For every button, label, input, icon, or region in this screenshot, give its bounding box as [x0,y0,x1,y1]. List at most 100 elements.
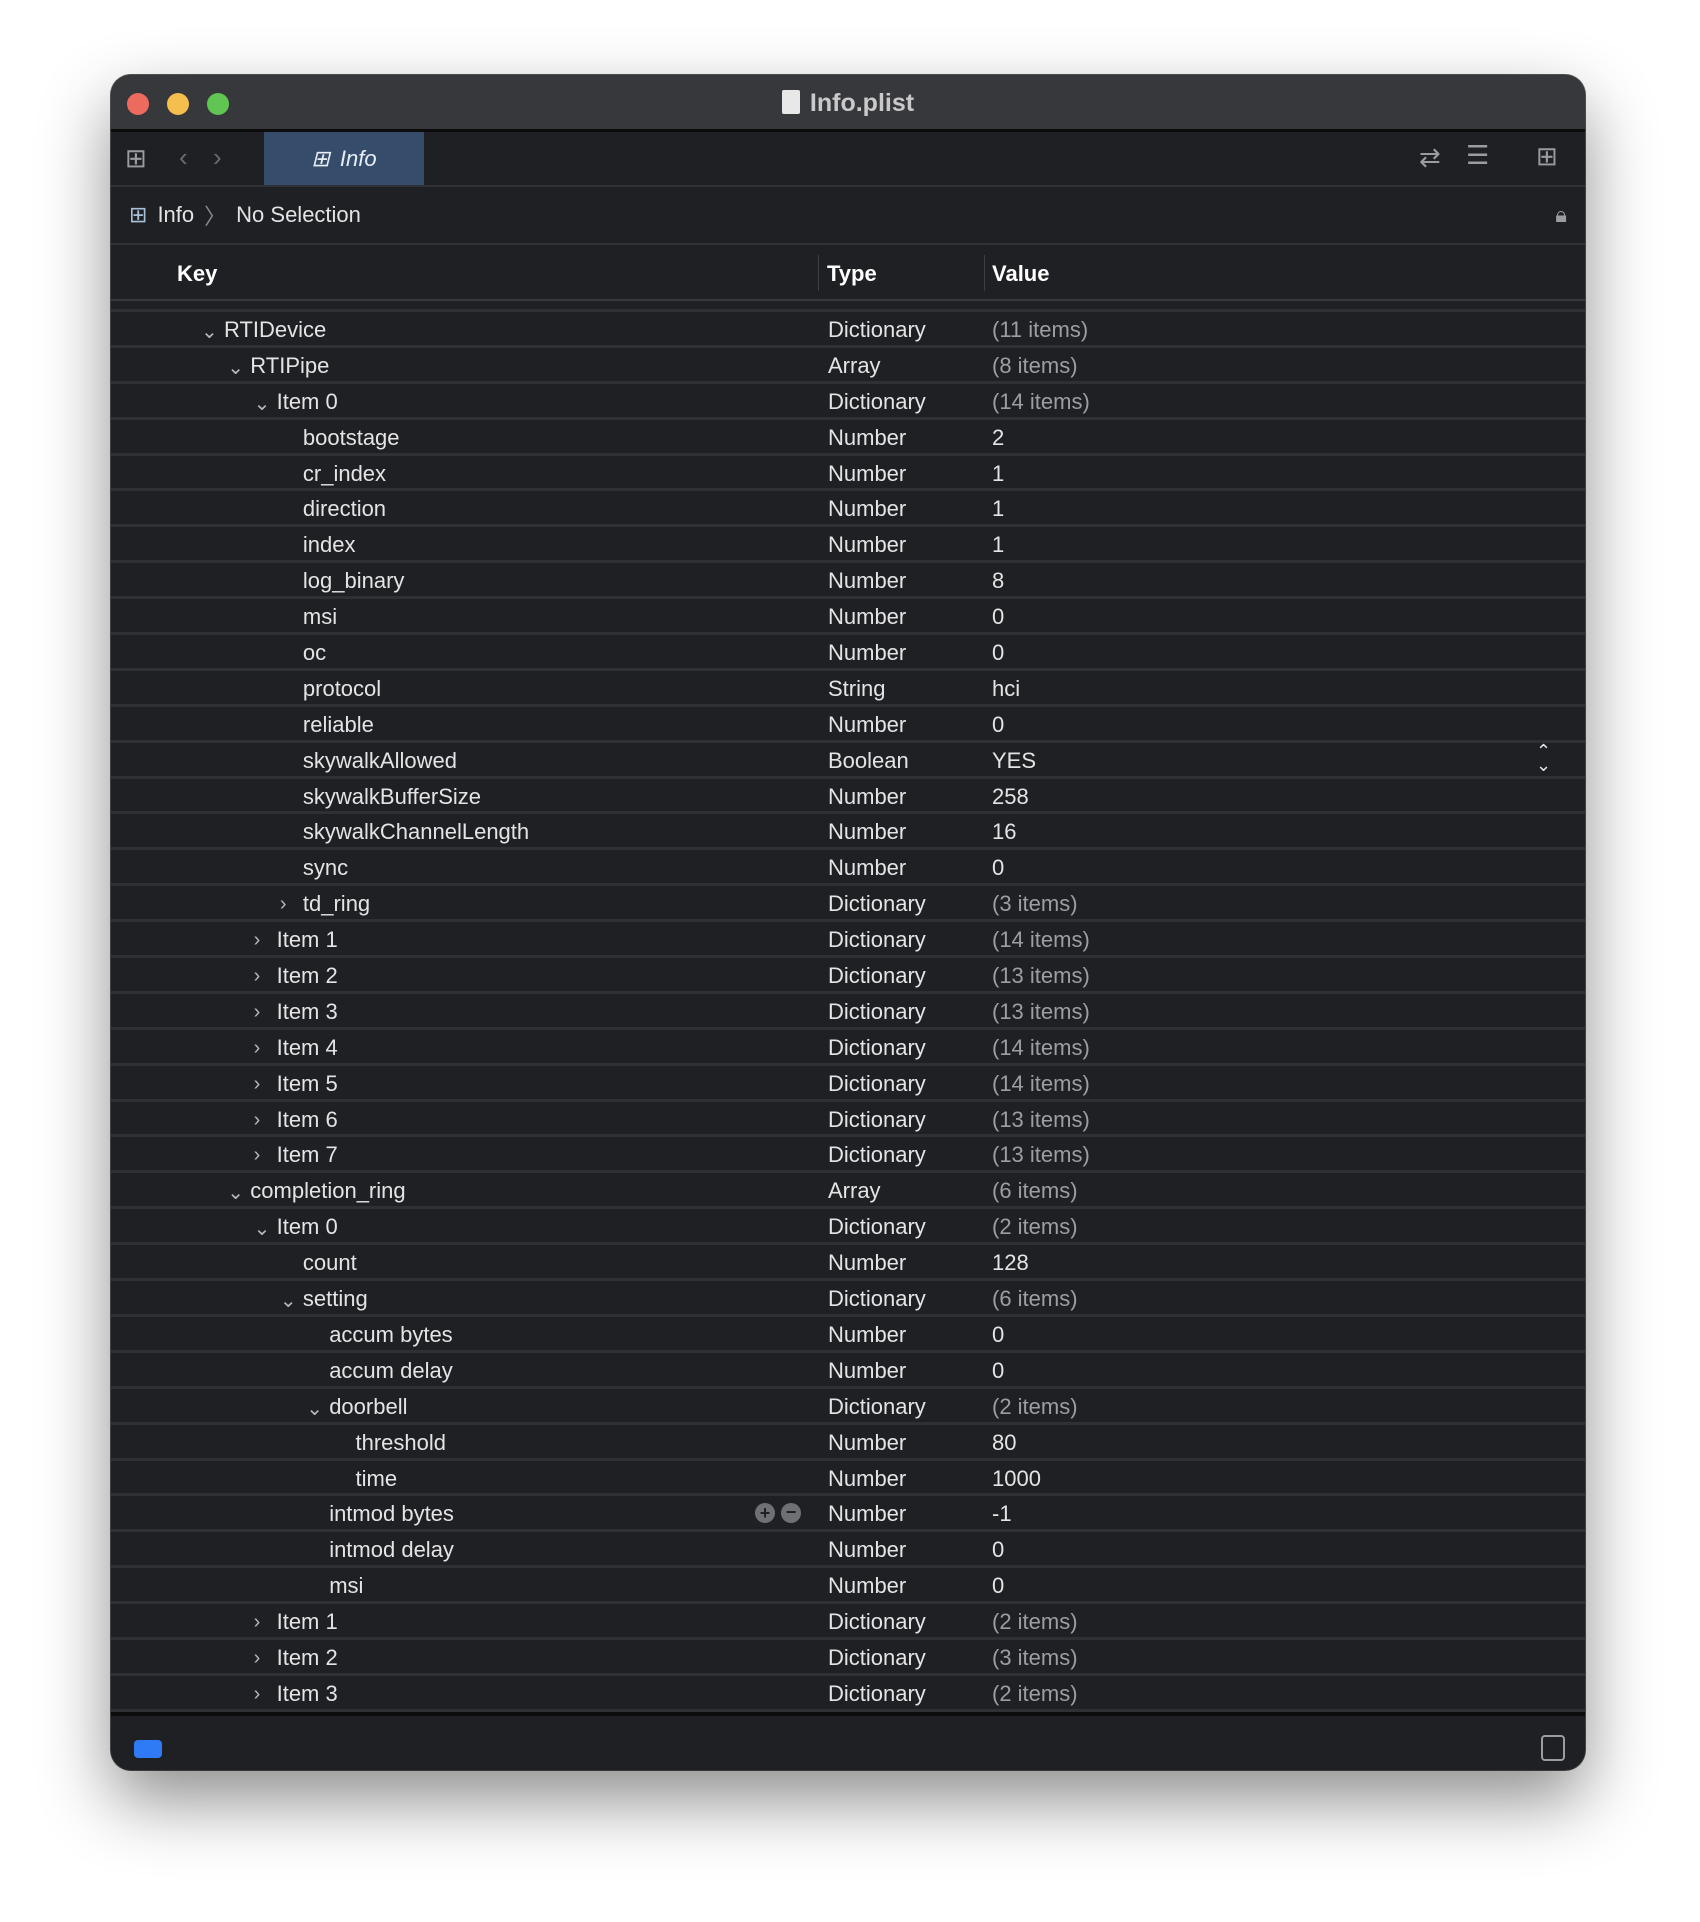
table-row[interactable]: ⌄ RTIPipe Array (8 items) [111,348,1585,384]
row-type[interactable]: Number [828,1537,906,1563]
column-type[interactable]: Type [827,261,877,287]
row-value[interactable]: 16 [992,819,1016,845]
row-key[interactable]: accum bytes [329,1322,453,1348]
row-key[interactable]: Item 2 [277,1645,338,1671]
toggle-debug-area-icon[interactable] [1541,1735,1565,1761]
row-type[interactable]: Number [828,1322,906,1348]
row-key[interactable]: Item 1 [277,927,338,953]
row-type[interactable]: Dictionary [828,1035,926,1061]
breadcrumb-current[interactable]: No Selection [236,202,361,228]
table-row[interactable]: › Item 3 Dictionary (2 items) [111,1676,1585,1712]
row-type[interactable]: Number [828,1573,906,1599]
row-key[interactable]: cr_index [303,461,386,487]
row-type[interactable]: Dictionary [828,1394,926,1420]
row-type[interactable]: Dictionary [828,1609,926,1635]
table-row[interactable]: cr_index Number 1 [111,456,1585,492]
row-key[interactable]: doorbell [329,1394,407,1420]
row-type[interactable]: Number [828,532,906,558]
row-value[interactable]: (2 items) [992,1394,1078,1420]
row-type[interactable]: Dictionary [828,1142,926,1168]
chevron-right-icon[interactable]: › [254,929,261,952]
table-row[interactable]: ⌄ RTIDevice Dictionary (11 items) [111,312,1585,348]
row-key[interactable]: Item 2 [277,963,338,989]
row-value[interactable]: hci [992,676,1020,702]
row-value[interactable]: (6 items) [992,1286,1078,1312]
row-key[interactable]: oc [303,640,326,666]
row-type[interactable]: Dictionary [828,1645,926,1671]
column-key[interactable]: Key [177,261,217,287]
row-key[interactable]: setting [303,1286,368,1312]
table-row[interactable]: intmod delay Number 0 [111,1532,1585,1569]
row-type[interactable]: Number [828,819,906,845]
row-value[interactable]: (6 items) [992,1178,1078,1204]
row-value[interactable]: YES [992,748,1036,774]
row-type[interactable]: Dictionary [828,389,926,415]
row-key[interactable]: index [303,532,356,558]
row-value[interactable]: 1 [992,461,1004,487]
row-value[interactable]: (2 items) [992,1681,1078,1707]
row-value[interactable]: 1 [992,532,1004,558]
tab-info[interactable]: ⊞ Info [264,132,424,185]
chevron-down-icon[interactable]: ⌄ [201,319,218,344]
row-key[interactable]: protocol [303,676,381,702]
row-key[interactable]: Item 0 [277,1214,338,1240]
chevron-right-icon[interactable]: › [254,1001,261,1024]
table-row[interactable]: log_binary Number 8 [111,563,1585,600]
row-type[interactable]: Dictionary [828,1071,926,1097]
row-key[interactable]: bootstage [303,425,400,451]
table-row[interactable]: accum delay Number 0 [111,1353,1585,1389]
row-value[interactable]: (14 items) [992,927,1090,953]
row-key[interactable]: msi [329,1573,363,1599]
row-type[interactable]: Number [828,1466,906,1492]
row-key[interactable]: Item 1 [277,1609,338,1635]
table-row[interactable]: time Number 1000 [111,1461,1585,1497]
stepper-icon[interactable]: ⌃ ⌄ [1536,742,1551,774]
row-value[interactable]: (3 items) [992,891,1078,917]
table-row[interactable]: › Item 3 Dictionary (13 items) [111,994,1585,1030]
row-key[interactable]: td_ring [303,891,370,917]
table-row[interactable]: accum bytes Number 0 [111,1317,1585,1353]
table-row[interactable]: reliable Number 0 [111,707,1585,743]
row-type[interactable]: Array [828,1178,881,1204]
row-value[interactable]: (14 items) [992,1035,1090,1061]
row-type[interactable]: Dictionary [828,999,926,1025]
table-row[interactable]: threshold Number 80 [111,1425,1585,1461]
row-key[interactable]: log_binary [303,568,405,594]
add-editor-icon[interactable]: ⊞ [1536,141,1558,172]
row-value[interactable]: 0 [992,604,1004,630]
row-type[interactable]: Dictionary [828,1286,926,1312]
row-key[interactable]: threshold [356,1430,447,1456]
back-icon[interactable]: ‹ [179,142,188,173]
chevron-right-icon[interactable]: › [254,1683,261,1706]
column-divider[interactable] [818,255,819,291]
chevron-right-icon[interactable]: › [280,893,287,916]
table-row[interactable]: index Number 1 [111,527,1585,564]
row-key[interactable]: reliable [303,712,374,738]
row-value[interactable]: (2 items) [992,1609,1078,1635]
table-row[interactable]: › td_ring Dictionary (3 items) [111,886,1585,923]
row-value[interactable]: (14 items) [992,1071,1090,1097]
row-value[interactable]: 0 [992,640,1004,666]
row-value[interactable]: -1 [992,1501,1012,1527]
table-row[interactable]: intmod bytes + − Number -1 [111,1496,1585,1533]
chevron-right-icon[interactable]: › [254,1037,261,1060]
row-type[interactable]: Number [828,855,906,881]
table-row[interactable]: oc Number 0 [111,635,1585,671]
row-value[interactable]: (13 items) [992,963,1090,989]
row-type[interactable]: Number [828,1501,906,1527]
row-key[interactable]: time [356,1466,398,1492]
table-row[interactable]: skywalkBufferSize Number 258 [111,779,1585,815]
table-row[interactable]: › Item 5 Dictionary (14 items) [111,1066,1585,1102]
row-value[interactable]: 258 [992,784,1029,810]
column-value[interactable]: Value [992,261,1049,287]
row-key[interactable]: Item 0 [277,389,338,415]
row-value[interactable]: 0 [992,855,1004,881]
row-type[interactable]: String [828,676,885,702]
chevron-right-icon[interactable]: › [254,1109,261,1132]
row-key[interactable]: Item 3 [277,999,338,1025]
row-value[interactable]: 128 [992,1250,1029,1276]
table-row[interactable]: › Item 2 Dictionary (13 items) [111,958,1585,994]
row-type[interactable]: Number [828,640,906,666]
row-type[interactable]: Number [828,604,906,630]
row-key[interactable]: sync [303,855,348,881]
